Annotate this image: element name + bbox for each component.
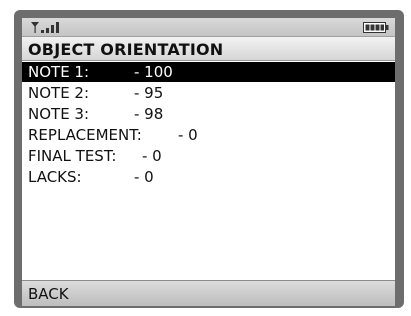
item-label: NOTE 2: <box>28 84 90 102</box>
list-item-final-test[interactable]: FINAL TEST: - 0 <box>22 146 395 166</box>
battery-icon <box>363 22 389 33</box>
item-label: NOTE 1: <box>28 63 90 81</box>
list-item-note-1[interactable]: NOTE 1: - 100 <box>22 62 395 82</box>
grades-list: NOTE 1: - 100 NOTE 2: - 95 NOTE 3: - 98 … <box>22 62 395 262</box>
item-label: LACKS: <box>28 168 82 186</box>
page-title: OBJECT ORIENTATION <box>28 40 224 59</box>
status-bar <box>22 18 395 37</box>
list-item-lacks[interactable]: LACKS: - 0 <box>22 167 395 187</box>
list-item-replacement[interactable]: REPLACEMENT: - 0 <box>22 125 395 145</box>
item-label: REPLACEMENT: <box>28 126 142 144</box>
title-bar: OBJECT ORIENTATION <box>22 37 395 61</box>
item-value: - 100 <box>134 63 173 81</box>
item-value: - 95 <box>134 84 164 102</box>
list-item-note-2[interactable]: NOTE 2: - 95 <box>22 83 395 103</box>
item-label: NOTE 3: <box>28 105 90 123</box>
back-softkey[interactable]: BACK <box>28 285 69 303</box>
item-value: - 0 <box>142 147 162 165</box>
item-value: - 0 <box>178 126 198 144</box>
signal-strength-icon <box>31 22 59 33</box>
list-item-note-3[interactable]: NOTE 3: - 98 <box>22 104 395 124</box>
item-value: - 98 <box>134 105 164 123</box>
phone-screen: OBJECT ORIENTATION NOTE 1: - 100 NOTE 2:… <box>22 18 395 306</box>
softkey-bar: BACK <box>22 280 395 306</box>
item-value: - 0 <box>134 168 154 186</box>
item-label: FINAL TEST: <box>28 147 117 165</box>
